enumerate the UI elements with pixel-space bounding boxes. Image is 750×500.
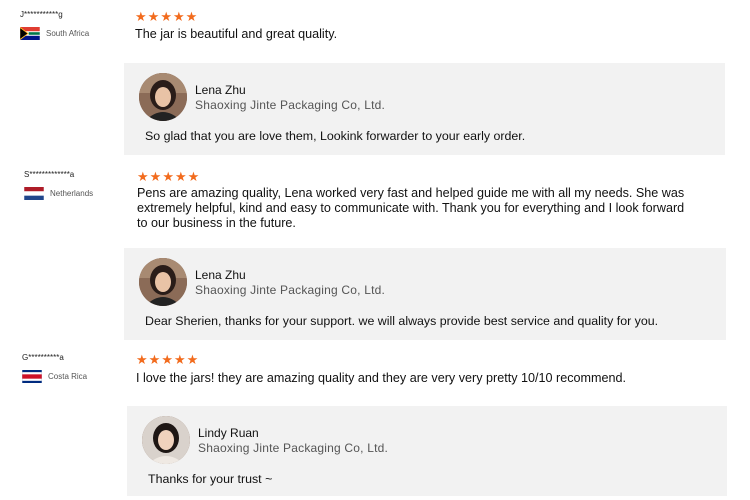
country-name: Netherlands [50, 189, 94, 198]
reply-text: So glad that you are love them, Lookink … [145, 129, 526, 143]
company-name: Shaoxing Jinte Packaging Co, Ltd. [195, 283, 386, 297]
star-icon: ★ [135, 9, 147, 24]
company-name: Shaoxing Jinte Packaging Co, Ltd. [195, 98, 386, 112]
reply-text: Dear Sherien, thanks for your support. w… [145, 314, 659, 328]
star-icon: ★ [162, 169, 174, 184]
review-text: Pens are amazing quality, Lena worked ve… [137, 186, 684, 231]
avatar [142, 416, 190, 464]
company-name: Shaoxing Jinte Packaging Co, Ltd. [198, 441, 389, 455]
avatar [139, 258, 187, 306]
review-text: I love the jars! they are amazing qualit… [136, 371, 627, 385]
staff-name: Lena Zhu [195, 268, 246, 282]
reviewer-country: South Africa [20, 27, 89, 40]
staff-name: Lena Zhu [195, 83, 246, 97]
review-text: The jar is beautiful and great quality. [135, 27, 338, 41]
star-icon: ★ [137, 169, 149, 184]
reviewer-country: Netherlands [24, 187, 93, 200]
seller-reply: Lena Zhu Shaoxing Jinte Packaging Co, Lt… [124, 63, 725, 155]
seller-reply: Lindy Ruan Shaoxing Jinte Packaging Co, … [127, 406, 727, 496]
review-text-line: extremely helpful, kind and easy to comm… [137, 201, 685, 215]
star-icon: ★ [185, 9, 198, 24]
reviewer-info: J***********g South Africa [20, 10, 130, 40]
country-name: Costa Rica [48, 372, 88, 381]
star-icon: ★ [172, 9, 185, 24]
star-icon: ★ [149, 169, 162, 184]
avatar [139, 73, 187, 121]
reviewer-info: S*************a Netherlands [24, 170, 134, 200]
star-icon: ★ [174, 169, 187, 184]
star-rating: ★ ★ ★ ★ ★ [137, 170, 199, 183]
star-icon: ★ [136, 352, 148, 367]
netherlands-flag-icon [24, 187, 44, 200]
reviewer-name: S*************a [24, 170, 75, 179]
star-icon: ★ [173, 352, 186, 367]
review-text-line: Pens are amazing quality, Lena worked ve… [137, 186, 685, 200]
staff-name: Lindy Ruan [198, 426, 259, 440]
star-icon: ★ [160, 9, 172, 24]
reviewer-country: Costa Rica [22, 370, 87, 383]
reviewer-name: G**********a [22, 353, 64, 362]
star-icon: ★ [147, 9, 160, 24]
reply-text: Thanks for your trust ~ [148, 472, 273, 486]
star-icon: ★ [148, 352, 161, 367]
reviewer-name: J***********g [20, 10, 63, 19]
star-icon: ★ [161, 352, 173, 367]
seller-reply: Lena Zhu Shaoxing Jinte Packaging Co, Lt… [124, 248, 726, 340]
star-icon: ★ [187, 169, 200, 184]
star-icon: ★ [186, 352, 199, 367]
country-name: South Africa [46, 29, 90, 38]
south-africa-flag-icon [20, 27, 40, 40]
costa-rica-flag-icon [22, 370, 42, 383]
star-rating: ★ ★ ★ ★ ★ [135, 10, 197, 23]
review-text-line: to our business in the future. [137, 216, 296, 230]
reviewer-info: G**********a Costa Rica [22, 353, 132, 383]
star-rating: ★ ★ ★ ★ ★ [136, 353, 198, 366]
